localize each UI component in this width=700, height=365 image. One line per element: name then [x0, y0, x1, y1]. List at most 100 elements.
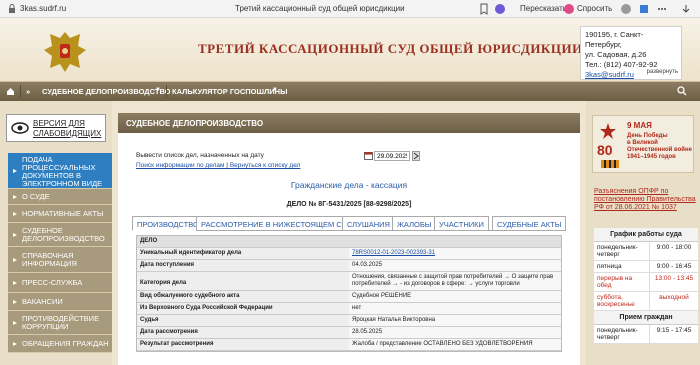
- schedule-time: 13:00 - 13:45: [654, 275, 694, 282]
- banner-line-2: День Победы: [627, 133, 668, 139]
- search-cases-link[interactable]: Поиск информации по делам: [136, 162, 225, 169]
- address-bar[interactable]: 3kas.sudrf.ru: [20, 4, 66, 13]
- chevron-down-icon: ▼: [155, 87, 161, 93]
- work-schedule: График работы суда понедельник-четверг 9:…: [594, 228, 698, 344]
- sidebar-item-court-proceedings[interactable]: СУДЕБНОЕ ДЕЛОПРОИЗВОДСТВО: [8, 223, 112, 247]
- low-vision-label: ВЕРСИЯ ДЛЯ СЛАБОВИДЯЩИХ: [33, 119, 101, 139]
- eye-icon: [11, 122, 29, 134]
- case-number: ДЕЛО № 8Г-5431/2025 [88-9298/2025]: [286, 201, 412, 208]
- row-value: Жалоба / представление ОСТАВЛЕНО БЕЗ УДО…: [349, 339, 561, 350]
- search-icon[interactable]: [677, 86, 687, 96]
- schedule-day: пятница: [594, 261, 650, 272]
- sidebar-menu: ПОДАЧА ПРОЦЕССУАЛЬНЫХ ДОКУМЕНТОВ В ЭЛЕКТ…: [8, 153, 112, 353]
- site-header: ТРЕТИЙ КАССАЦИОННЫЙ СУД ОБЩЕЙ ЮРИСДИКЦИИ…: [0, 18, 700, 82]
- court-title: ТРЕТИЙ КАССАЦИОННЫЙ СУД ОБЩЕЙ ЮРИСДИКЦИИ: [198, 41, 583, 56]
- schedule-row: понедельник-четверг 9:15 - 17:45: [594, 325, 698, 344]
- expand-button[interactable]: развернуть: [647, 67, 678, 77]
- back-to-list-link[interactable]: Вернуться к списку дел: [230, 162, 301, 169]
- sidebar-item-electronic-filing[interactable]: ПОДАЧА ПРОЦЕССУАЛЬНЫХ ДОКУМЕНТОВ В ЭЛЕКТ…: [8, 153, 112, 189]
- tab-judicial-acts[interactable]: СУДЕБНЫЕ АКТЫ: [492, 216, 567, 231]
- left-sidebar: ВЕРСИЯ ДЛЯ СЛАБОВИДЯЩИХ ПОДАЧА ПРОЦЕССУА…: [0, 101, 112, 365]
- extensions-icon[interactable]: [638, 3, 650, 15]
- schedule-time: 9:15 - 17:45: [656, 327, 692, 334]
- row-value: нет: [349, 303, 561, 314]
- banner-line-3: в Великой: [627, 140, 658, 146]
- page-tab-title: Третий кассационный суд общей юрисдикции: [235, 4, 405, 13]
- tab-complaints[interactable]: ЖАЛОБЫ: [392, 216, 437, 231]
- ask-button[interactable]: Спросить: [577, 4, 612, 13]
- reception-title: Прием граждан: [594, 311, 698, 325]
- menu-icon[interactable]: [656, 3, 668, 15]
- tab-proceedings[interactable]: ПРОИЗВОДСТВО: [132, 216, 204, 231]
- schedule-day: суббота, воскресенье: [594, 292, 650, 310]
- profile-icon[interactable]: [620, 3, 632, 15]
- calendar-icon[interactable]: [364, 151, 373, 160]
- lock-icon: [9, 4, 15, 13]
- row-key: Категория дела: [137, 272, 349, 290]
- schedule-row: суббота, воскресенье выходной: [594, 292, 698, 311]
- tab-hearings[interactable]: СЛУШАНИЯ: [342, 216, 395, 231]
- low-vision-label-line2: СЛАБОВИДЯЩИХ: [33, 129, 102, 138]
- row-value: Яроцкая Наталья Викторовна: [349, 315, 561, 326]
- tab-lower-court[interactable]: РАССМОТРЕНИЕ В НИЖЕСТОЯЩЕМ СУДЕ: [196, 216, 362, 231]
- row-value: Отношения, связанные с защитой прав потр…: [349, 272, 561, 290]
- download-icon[interactable]: [680, 3, 692, 15]
- victory-day-banner[interactable]: 80 9 МАЯ День Победы в Великой Отечестве…: [592, 115, 694, 173]
- go-button[interactable]: [412, 151, 420, 161]
- low-vision-button[interactable]: ВЕРСИЯ ДЛЯ СЛАБОВИДЯЩИХ: [6, 114, 106, 142]
- contact-address-2: ул. Садовая, д.26: [585, 50, 647, 59]
- sidebar-item-normative-acts[interactable]: НОРМАТИВНЫЕ АКТЫ: [8, 205, 112, 223]
- translate-button[interactable]: Пересказать: [520, 4, 567, 13]
- schedule-time: 9:00 - 18:00: [656, 244, 692, 251]
- row-value: 78RS0012-01-2023-002393-31: [349, 248, 561, 259]
- sidebar-item-about[interactable]: О СУДЕ: [8, 189, 112, 205]
- table-row: Дата рассмотрения 28.05.2025: [137, 327, 561, 339]
- row-key: Вид обжалуемого судебного акта: [137, 291, 349, 302]
- contact-box: 190195, г. Санкт-Петербург, ул. Садовая,…: [580, 26, 682, 80]
- main-content: СУДЕБНОЕ ДЕЛОПРОИЗВОДСТВО Вывести список…: [118, 113, 580, 365]
- main-header: СУДЕБНОЕ ДЕЛОПРОИЗВОДСТВО: [118, 113, 580, 133]
- ribbon-icon: [601, 160, 619, 168]
- nav-arrow-icon: »: [26, 87, 31, 96]
- arrow-right-icon: [413, 152, 419, 160]
- schedule-time: 9:00 - 16:45: [656, 263, 692, 270]
- row-key: Судья: [137, 315, 349, 326]
- table-row: Судья Яроцкая Наталья Викторовна: [137, 315, 561, 327]
- nav-item-court-proceedings[interactable]: СУДЕБНОЕ ДЕЛОПРОИЗВОДСТВО: [42, 87, 171, 96]
- banner-line-4: Отечественной войне: [627, 147, 692, 153]
- sidebar-item-vacancies[interactable]: ВАКАНСИИ: [8, 293, 112, 311]
- schedule-row: пятница 9:00 - 16:45: [594, 261, 698, 273]
- schedule-day: понедельник-четверг: [594, 325, 650, 343]
- row-key: Уникальный идентификатор дела: [137, 248, 349, 259]
- right-sidebar: 80 9 МАЯ День Победы в Великой Отечестве…: [586, 101, 700, 365]
- case-info-table: ДЕЛО Уникальный идентификатор дела 78RS00…: [136, 235, 562, 352]
- schedule-time: выходной: [659, 294, 689, 301]
- translate-icon[interactable]: [494, 3, 506, 15]
- sidebar-item-anticorruption[interactable]: ПРОТИВОДЕЙСТВИЕ КОРРУПЦИИ: [8, 311, 112, 335]
- row-key: Дата поступления: [137, 260, 349, 271]
- sidebar-item-press-service[interactable]: ПРЕСС-СЛУЖБА: [8, 273, 112, 293]
- opfr-link[interactable]: Разъяснения ОПФР по постановлению Правит…: [594, 188, 698, 212]
- table-row: Дата поступления 04.03.2025: [137, 260, 561, 272]
- row-value: 28.05.2025: [349, 327, 561, 338]
- table-row: Категория дела Отношения, связанные с защ…: [137, 272, 561, 291]
- schedule-row: понедельник-четверг 9:00 - 18:00: [594, 242, 698, 261]
- sidebar-item-appeals[interactable]: ОБРАЩЕНИЯ ГРАЖДАН: [8, 335, 112, 353]
- date-input[interactable]: [374, 151, 410, 161]
- ask-icon[interactable]: [563, 3, 575, 15]
- schedule-day: перерыв на обед: [594, 273, 650, 291]
- row-key: Дата рассмотрения: [137, 327, 349, 338]
- banner-line-5: 1941–1945 годов: [627, 154, 676, 160]
- contact-address-1: 190195, г. Санкт-Петербург,: [585, 30, 644, 49]
- home-icon[interactable]: [6, 87, 15, 96]
- table-row: Уникальный идентификатор дела 78RS0012-01…: [137, 248, 561, 260]
- filter-label: Вывести список дел, назначенных на дату: [136, 152, 264, 159]
- case-id-link[interactable]: 78RS0012-01-2023-002393-31: [352, 250, 435, 256]
- chevron-down-icon: ▼: [272, 87, 278, 93]
- nav-item-fee-calculator[interactable]: КАЛЬКУЛЯТОР ГОСПОШЛИНЫ: [172, 87, 287, 96]
- low-vision-label-line1: ВЕРСИЯ ДЛЯ: [33, 119, 85, 128]
- sidebar-item-reference-info[interactable]: СПРАВОЧНАЯ ИНФОРМАЦИЯ: [8, 247, 112, 273]
- banner-line-1: 9 МАЯ: [627, 121, 652, 130]
- bookmark-icon[interactable]: [478, 3, 490, 15]
- tab-participants[interactable]: УЧАСТНИКИ: [434, 216, 489, 231]
